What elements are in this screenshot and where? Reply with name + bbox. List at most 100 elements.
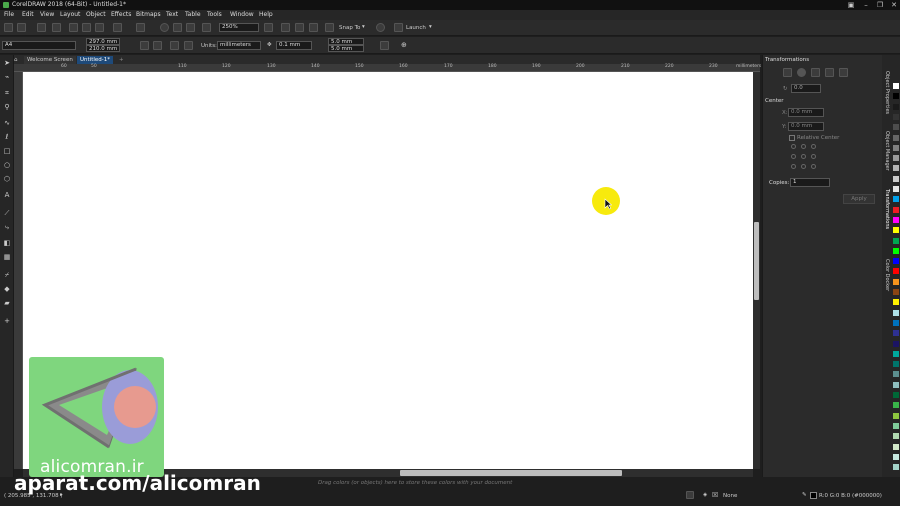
menu-effects[interactable]: Effects <box>111 11 131 18</box>
copy-icon[interactable] <box>82 23 91 32</box>
size-mode-icon[interactable] <box>825 68 834 77</box>
artistic-media-icon[interactable]: ℓ <box>3 133 11 141</box>
landscape-icon[interactable] <box>153 41 162 50</box>
copies-field[interactable]: 1 <box>790 178 830 187</box>
menu-bitmaps[interactable]: Bitmaps <box>136 11 161 18</box>
page-height-field[interactable]: 210.0 mm <box>86 45 120 52</box>
tab-untitled-1[interactable]: Untitled-1* <box>77 56 113 64</box>
palette-swatch[interactable] <box>893 227 899 234</box>
minimize-button[interactable]: – <box>861 1 871 9</box>
pick-tool-icon[interactable]: ➤ <box>3 59 11 67</box>
redo-icon[interactable] <box>136 23 145 32</box>
palette-swatch[interactable] <box>893 186 899 192</box>
snap-to-button[interactable]: Snap To <box>339 25 360 31</box>
palette-swatch[interactable] <box>893 299 899 306</box>
shape-tool-icon[interactable]: ⌁ <box>3 73 11 81</box>
parallel-dimension-icon[interactable]: ⟋ <box>3 209 11 217</box>
palette-swatch[interactable] <box>893 165 899 172</box>
center-y-field[interactable]: 0.0 mm <box>788 122 824 131</box>
smart-fill-icon[interactable]: ▰ <box>3 299 11 307</box>
print-icon[interactable] <box>52 23 61 32</box>
rectangle-tool-icon[interactable]: □ <box>3 147 11 155</box>
show-rulers-icon[interactable] <box>281 23 290 32</box>
vertical-scrollbar[interactable] <box>753 72 760 469</box>
palette-swatch[interactable] <box>893 443 899 450</box>
save-icon[interactable] <box>37 23 46 32</box>
palette-swatch[interactable] <box>893 361 899 368</box>
horizontal-ruler[interactable]: 60 50 110 120 130 140 150 160 170 180 19… <box>14 64 761 72</box>
menu-window[interactable]: Window <box>230 11 254 18</box>
tab-object-properties[interactable]: Object Properties <box>883 71 890 114</box>
scale-mirror-icon[interactable] <box>811 68 820 77</box>
crop-tool-icon[interactable]: ⌗ <box>3 89 11 97</box>
add-page-icon[interactable]: ⊕ <box>401 41 407 49</box>
chevron-down-icon[interactable]: ▾ <box>362 24 365 30</box>
palette-swatch[interactable] <box>893 103 899 110</box>
new-document-icon[interactable] <box>4 23 13 32</box>
duplicate-x-field[interactable]: 5.0 mm <box>328 38 364 45</box>
palette-swatch[interactable] <box>893 93 899 100</box>
palette-swatch[interactable] <box>893 350 899 357</box>
tab-color-docker[interactable]: Color Docker <box>883 259 890 291</box>
transparency-icon[interactable]: ▦ <box>3 253 11 261</box>
page-width-field[interactable]: 297.0 mm <box>86 38 120 45</box>
palette-swatch[interactable] <box>893 268 899 275</box>
palette-swatch[interactable] <box>893 155 899 162</box>
menu-edit[interactable]: Edit <box>22 11 34 18</box>
palette-swatch[interactable] <box>893 422 899 429</box>
palette-swatch[interactable] <box>893 237 899 244</box>
chevron-down-icon[interactable]: ▾ <box>429 24 432 30</box>
show-guidelines-icon[interactable] <box>309 23 318 32</box>
menu-view[interactable]: View <box>40 11 54 18</box>
menu-help[interactable]: Help <box>259 11 273 18</box>
treat-as-filled-icon[interactable] <box>380 41 389 50</box>
snap-to-icon[interactable] <box>325 23 334 32</box>
menu-table[interactable]: Table <box>185 11 201 18</box>
skew-mode-icon[interactable] <box>839 68 848 77</box>
menu-object[interactable]: Object <box>86 11 106 18</box>
vertical-ruler[interactable] <box>14 72 23 469</box>
all-pages-icon[interactable] <box>170 41 179 50</box>
document-palette-hint[interactable]: Drag colors (or objects) here to store t… <box>318 480 512 486</box>
position-mode-icon[interactable] <box>783 68 792 77</box>
show-grid-icon[interactable] <box>295 23 304 32</box>
open-icon[interactable] <box>17 23 26 32</box>
palette-swatch[interactable] <box>893 83 899 89</box>
palette-swatch[interactable] <box>893 453 899 460</box>
connector-tool-icon[interactable]: ⤷ <box>3 223 11 231</box>
help-icon[interactable]: ▣ <box>846 1 856 9</box>
horizontal-scroll-thumb[interactable] <box>400 470 622 476</box>
palette-swatch[interactable] <box>893 392 899 398</box>
rotation-angle-field[interactable]: 0.0 <box>791 84 821 93</box>
undo-icon[interactable] <box>113 23 122 32</box>
zoom-tool-icon[interactable]: ⚲ <box>3 103 11 111</box>
color-proofing-icon[interactable] <box>686 491 694 499</box>
palette-swatch[interactable] <box>893 433 899 440</box>
import-icon[interactable] <box>173 23 182 32</box>
cut-icon[interactable] <box>69 23 78 32</box>
palette-swatch[interactable] <box>893 206 899 213</box>
units-select[interactable]: millimeters <box>217 41 261 50</box>
search-content-icon[interactable] <box>160 23 169 32</box>
palette-swatch[interactable] <box>893 381 899 388</box>
portrait-icon[interactable] <box>140 41 149 50</box>
rotate-mode-icon[interactable] <box>797 68 806 77</box>
outline-status[interactable]: R:0 G:0 B:0 (#000000) <box>819 493 882 499</box>
text-tool-icon[interactable]: A <box>3 191 11 199</box>
palette-swatch[interactable] <box>893 175 899 182</box>
palette-swatch[interactable] <box>893 309 899 316</box>
full-screen-icon[interactable] <box>264 23 273 32</box>
apply-button[interactable]: Apply <box>843 194 875 204</box>
paste-icon[interactable] <box>95 23 104 32</box>
tab-welcome-screen[interactable]: Welcome Screen <box>24 56 76 64</box>
menu-layout[interactable]: Layout <box>60 11 80 18</box>
launch-icon[interactable] <box>394 23 403 32</box>
current-page-icon[interactable] <box>184 41 193 50</box>
launch-button[interactable]: Launch <box>406 25 426 31</box>
nudge-distance-field[interactable]: 0.1 mm <box>276 41 312 50</box>
home-icon[interactable]: ⌂ <box>14 56 23 64</box>
interactive-fill-icon[interactable]: ◆ <box>3 285 11 293</box>
fill-status[interactable]: None <box>723 493 737 499</box>
palette-swatch[interactable] <box>893 196 899 203</box>
palette-swatch[interactable] <box>893 144 899 151</box>
